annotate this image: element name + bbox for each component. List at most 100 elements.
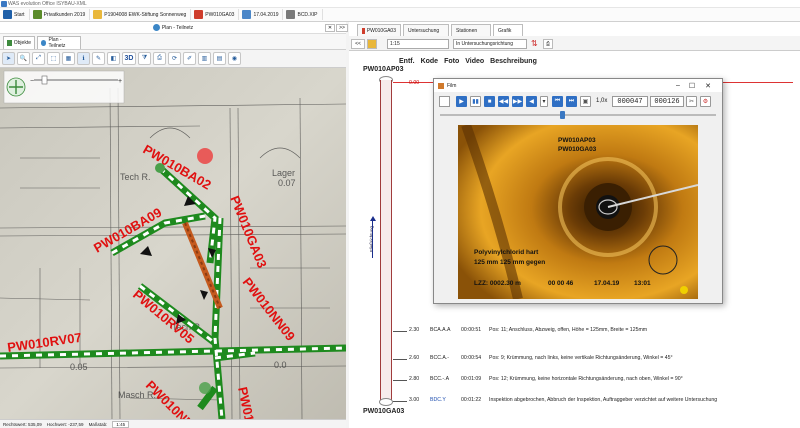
folder-icon (93, 10, 103, 19)
video-frame[interactable]: PW010AP03 PW010GA03 Polyvinylchlorid har… (458, 125, 698, 299)
dropdown-icon[interactable]: ▾ (540, 96, 548, 107)
edit-icon[interactable]: ✐ (183, 52, 196, 65)
scale-select[interactable]: 1:15 (387, 39, 449, 49)
scale-select[interactable]: 1:45 (112, 420, 130, 428)
event-description: Inspektion abgebrochen, Abbruch der Insp… (489, 397, 718, 403)
event-row-4[interactable]: 3.00 BDC.Y 00:01:22 Inspektion abgebroch… (393, 397, 799, 405)
crumb-label: P1904008 EWK-Stiftung Sonnenweg (104, 11, 187, 18)
folder-icon[interactable] (367, 39, 377, 49)
print-icon[interactable]: ⎙ (153, 52, 166, 65)
prev-button[interactable]: << (351, 39, 365, 49)
plan-toolbar: ➤ 🔍 ⤢ ⬚ ▦ ℹ ✎ ◧ 3D ⧩ ⎙ ⟳ ✐ ▥ ▤ ◉ (0, 50, 346, 68)
fast-forward-icon[interactable]: ▶▶ (512, 96, 523, 107)
tab-plan-teilnetz[interactable]: Plan - Teilnetz (37, 36, 81, 49)
crumb-file[interactable]: BCD.XIP (285, 9, 323, 20)
event-code: BCC.-.A (430, 376, 450, 382)
event-row-1[interactable]: 2.30 BCA.A.A 00:00:51 Pos: 11; Anschluss… (393, 327, 799, 335)
manhole-marker[interactable] (199, 382, 211, 394)
frame-counter: 000047 (612, 96, 648, 107)
playback-speed[interactable]: 1,0x (596, 98, 607, 104)
measure-icon[interactable]: ✎ (92, 52, 105, 65)
tab-objekte[interactable]: Objekte (3, 36, 35, 49)
snapshot-icon[interactable]: ▣ (580, 96, 591, 107)
globe-icon (152, 24, 160, 31)
room-label: Tech R. (120, 172, 151, 182)
rewind-icon[interactable]: ◀◀ (498, 96, 509, 107)
tab-label: Stationen (456, 27, 478, 34)
event-tick (393, 380, 407, 381)
grid-icon[interactable]: ▦ (62, 52, 75, 65)
flow-arrow-icon (370, 216, 376, 221)
overlay-clock: 13:01 (634, 280, 651, 287)
direction-select[interactable]: In Untersuchungsrichtung (453, 39, 527, 49)
crumb-project[interactable]: P1904008 EWK-Stiftung Sonnenweg (92, 9, 192, 20)
pipe-end-node[interactable]: PW010GA03 (363, 408, 404, 415)
zoom-extent-icon[interactable]: ⤢ (32, 52, 45, 65)
event-video-time[interactable]: 00:01:09 (461, 376, 481, 382)
tab-stationen[interactable]: Stationen (451, 24, 491, 36)
settings-icon[interactable]: ⚙ (700, 96, 711, 107)
crumb-start[interactable]: Start (2, 9, 30, 20)
manhole-marker[interactable] (197, 148, 213, 164)
print-icon[interactable]: ⎙ (543, 39, 553, 49)
refresh-icon[interactable]: ⟳ (168, 52, 181, 65)
play-icon[interactable]: ▶ (456, 96, 467, 107)
event-video-time[interactable]: 00:00:51 (461, 327, 481, 333)
crumb-date[interactable]: 17.04.2019 (241, 9, 284, 20)
room-label: 0.0 (274, 360, 287, 370)
columns-icon[interactable]: ▥ (198, 52, 211, 65)
event-distance: 2.60 (409, 355, 420, 361)
info-icon[interactable]: ℹ (77, 52, 90, 65)
crumb-pipe[interactable]: PW010GA03 (193, 9, 240, 20)
tab-untersuchung[interactable]: Untersuchung (403, 24, 449, 36)
event-row-3[interactable]: 2.80 BCC.-.A 00:01:09 Pos: 12; Krümmung,… (393, 376, 799, 384)
event-video-time[interactable]: 00:01:22 (461, 397, 481, 403)
user-icon (32, 10, 42, 19)
tab-grafik[interactable]: Grafik (493, 24, 523, 36)
event-description: Pos: 11; Anschluss, Abzweig, offen, Höhe… (489, 327, 648, 333)
tab-label: Objekte (13, 40, 31, 46)
layer-icon[interactable]: ◧ (107, 52, 120, 65)
event-tick (393, 359, 407, 360)
collapse-left-button[interactable]: ✕ (325, 24, 335, 32)
3d-view-button[interactable]: 3D (122, 52, 136, 65)
plan-map[interactable]: Tech R. Lager 0.07 Tech R. Masch R. 0.05… (0, 68, 346, 419)
camera-icon[interactable] (439, 96, 450, 107)
tools-icon[interactable]: ✂ (686, 96, 697, 107)
file-icon (286, 10, 296, 19)
sort-arrow-icon[interactable]: ⇅ (531, 39, 538, 48)
zoom-out-icon[interactable]: − (30, 78, 34, 85)
event-tick (393, 331, 407, 332)
close-button[interactable]: ✕ (702, 79, 714, 92)
map-nav-widget[interactable]: − + (3, 70, 125, 104)
zoom-in-icon[interactable]: + (118, 78, 122, 85)
chart-icon[interactable]: ▤ (213, 52, 226, 65)
video-progress-handle[interactable] (560, 111, 565, 119)
pipe-start-node[interactable]: PW010AP03 (363, 66, 403, 73)
inspection-tabs: PW010GA03 Untersuchung Stationen Grafik (349, 24, 800, 36)
zoom-window-icon[interactable]: ⬚ (47, 52, 60, 65)
pause-icon[interactable]: ▮▮ (470, 96, 481, 107)
plan-map-canvas[interactable]: Tech R. Lager 0.07 Tech R. Masch R. 0.05… (0, 68, 346, 419)
globe-icon[interactable]: ◉ (228, 52, 241, 65)
tab-pipe[interactable]: PW010GA03 (357, 24, 401, 36)
film-icon (438, 82, 444, 89)
step-back-icon[interactable]: ◀ (526, 96, 537, 107)
expand-right-button[interactable]: >> (336, 24, 348, 32)
filter-icon[interactable]: ⧩ (138, 52, 151, 65)
minimize-button[interactable]: – (672, 79, 684, 92)
event-row-2[interactable]: 2.60 BCC.A.- 00:00:54 Pos: 9; Krümmung, … (393, 355, 799, 363)
zoom-icon[interactable]: 🔍 (17, 52, 30, 65)
maximize-button[interactable]: ☐ (686, 79, 698, 92)
stop-icon[interactable]: ■ (484, 96, 495, 107)
crumb-customers[interactable]: Privatkunden 2019 (32, 9, 91, 20)
select-tool-icon[interactable]: ➤ (2, 52, 15, 65)
zoom-slider-handle[interactable] (41, 75, 48, 85)
skip-start-icon[interactable]: ⏮ (552, 96, 563, 107)
event-distance: 3.00 (409, 397, 420, 403)
video-progress-track[interactable] (440, 114, 716, 116)
skip-end-icon[interactable]: ⏭ (566, 96, 577, 107)
event-code: BCC.A.- (430, 355, 450, 361)
overlay-start-node: PW010AP03 (558, 137, 596, 144)
event-video-time[interactable]: 00:00:54 (461, 355, 481, 361)
